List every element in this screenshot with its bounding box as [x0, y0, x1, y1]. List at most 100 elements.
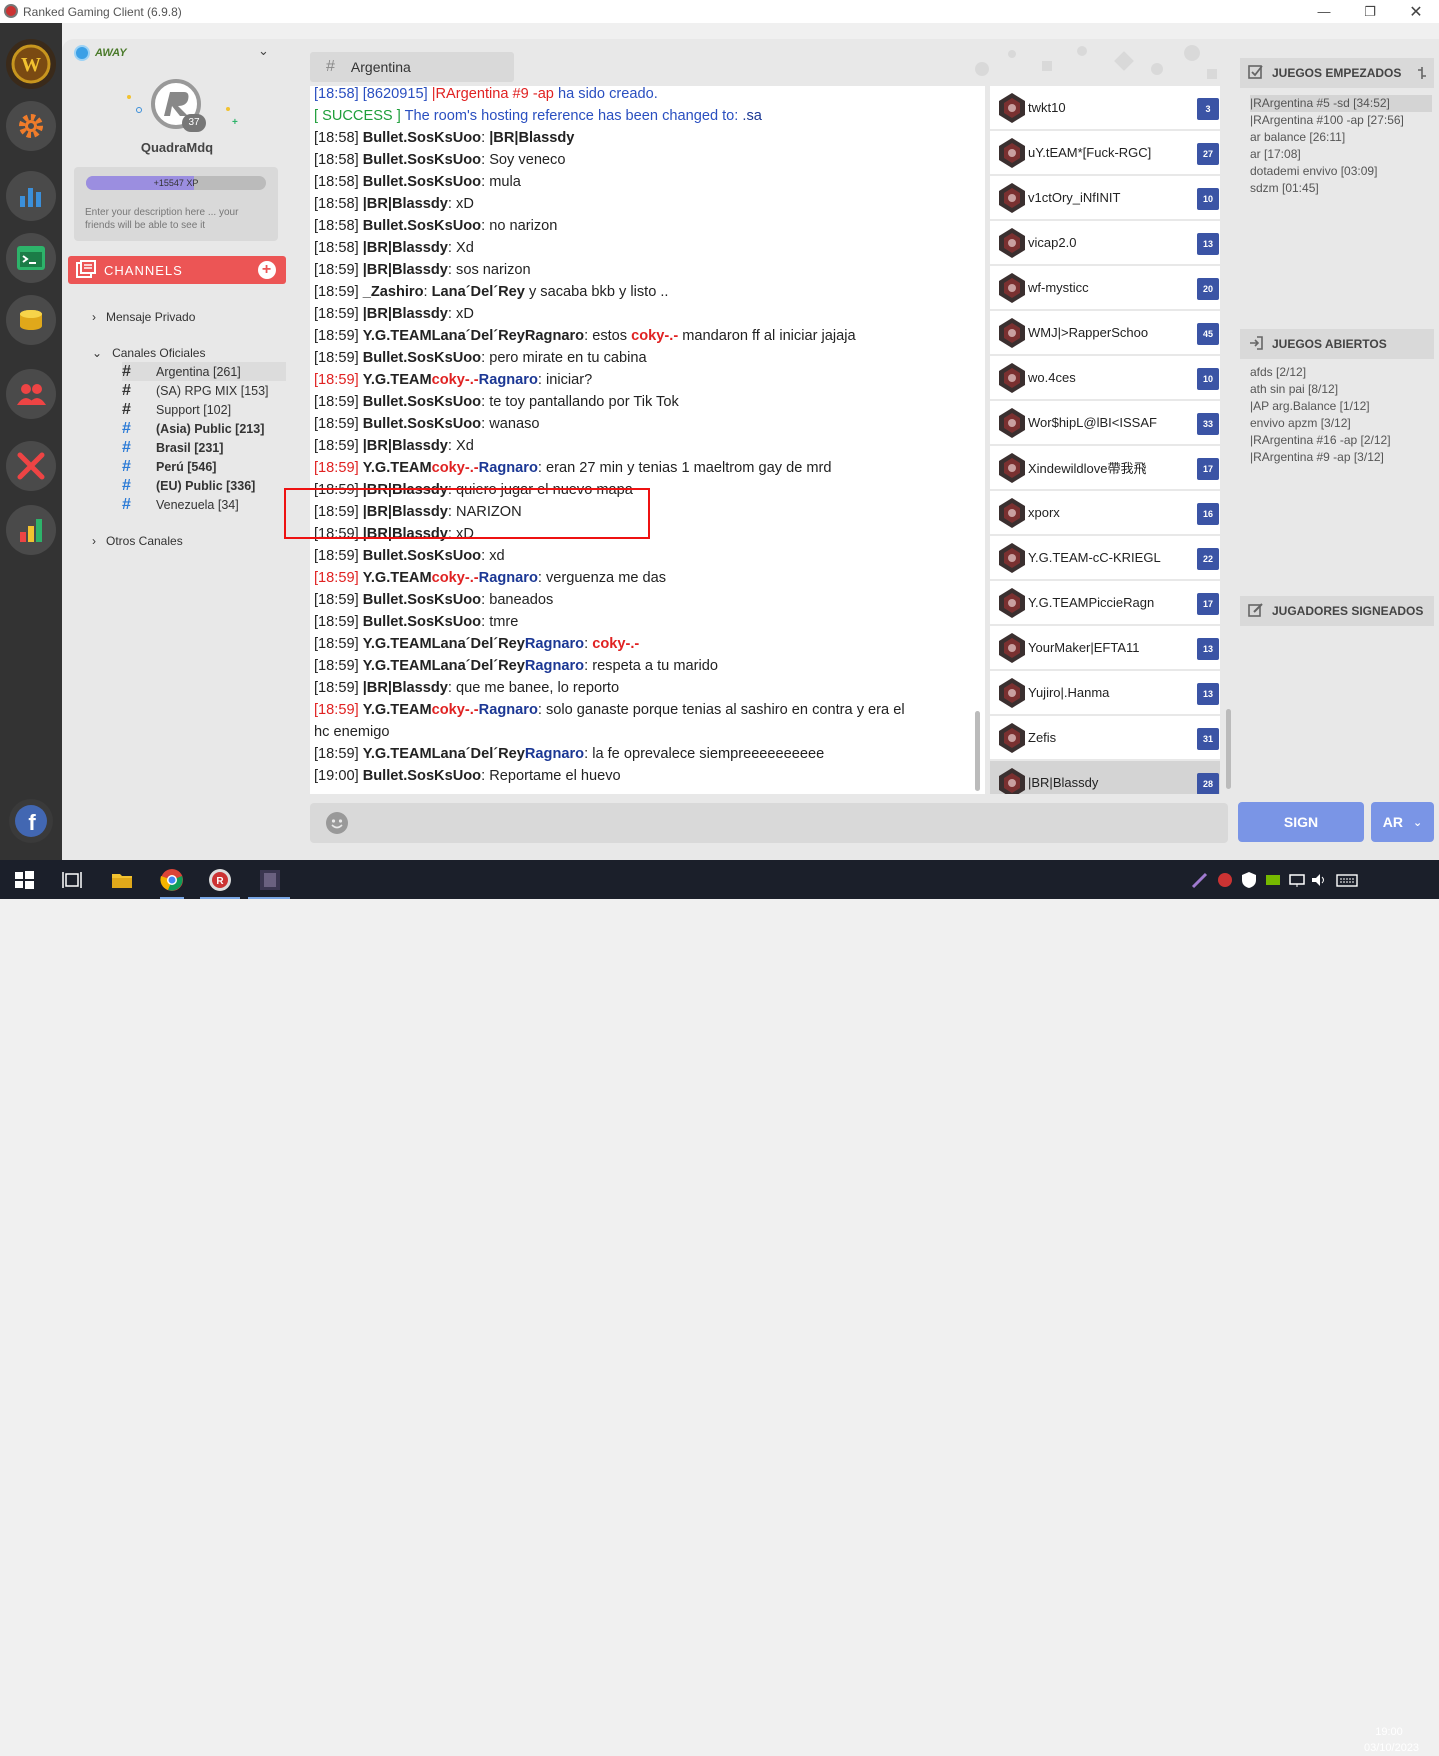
message-input[interactable] [310, 803, 1228, 843]
game-item[interactable]: |RArgentina #100 -ap [27:56] [1250, 112, 1432, 129]
sign-button[interactable]: SIGN [1238, 802, 1364, 842]
stats-chart-icon[interactable] [6, 171, 56, 221]
message-author[interactable]: coky-.- [592, 636, 639, 652]
add-channel-button[interactable]: + [258, 261, 276, 279]
nvidia-icon[interactable] [1264, 871, 1282, 889]
user-row[interactable]: wo.4ces 10 [990, 356, 1220, 400]
ranked-gaming-icon[interactable]: R [208, 868, 232, 892]
message-author[interactable]: Bullet.SosKsUoo [363, 130, 481, 146]
game-item[interactable]: sdzm [01:45] [1250, 180, 1432, 197]
tray-app-icon[interactable] [1216, 871, 1234, 889]
profile-description-box[interactable]: +15547 XP Enter your description here ..… [74, 167, 278, 241]
message-author[interactable]: coky-.- [631, 328, 678, 344]
terminal-icon[interactable] [6, 233, 56, 283]
tree-official-channels[interactable]: ⌄ Canales Oficiales [92, 346, 205, 360]
file-explorer-icon[interactable] [110, 868, 134, 892]
channel-item[interactable]: # Brasil [231] [122, 438, 286, 457]
user-row[interactable]: Y.G.TEAM-cC-KRIEGL 22 [990, 536, 1220, 580]
game-item[interactable]: |RArgentina #5 -sd [34:52] [1250, 95, 1432, 112]
game-item[interactable]: afds [2/12] [1250, 364, 1391, 381]
emoji-icon[interactable] [326, 812, 348, 834]
message-author[interactable]: Bullet.SosKsUoo [363, 614, 481, 630]
user-row[interactable]: Wor$hipL@lBI<ISSAF 33 [990, 401, 1220, 445]
user-row[interactable]: YourMaker|EFTA11 13 [990, 626, 1220, 670]
message-author[interactable]: Bullet.SosKsUoo [363, 350, 481, 366]
status-chevron-down-icon[interactable]: ⌄ [258, 43, 269, 59]
network-icon[interactable] [1288, 871, 1306, 889]
coins-icon[interactable] [6, 295, 56, 345]
message-author[interactable]: |BR|Blassdy [363, 240, 448, 256]
message-author[interactable]: |BR|Blassdy [363, 680, 448, 696]
message-author[interactable]: Ragnaro [525, 746, 584, 762]
chat-scrollbar[interactable] [975, 711, 980, 791]
user-row[interactable]: Xindewildlove帶我飛 17 [990, 446, 1220, 490]
volume-icon[interactable] [1310, 871, 1328, 889]
security-shield-icon[interactable] [1240, 871, 1258, 889]
close-icon[interactable]: ✕ [1393, 0, 1439, 23]
message-author[interactable]: coky-.- [432, 702, 479, 718]
minimize-icon[interactable]: — [1301, 0, 1347, 23]
description-placeholder[interactable]: Enter your description here ... your fri… [85, 206, 265, 232]
message-author[interactable]: coky-.- [432, 570, 479, 586]
user-row[interactable]: uY.tEAM*[Fuck-RGC] 27 [990, 131, 1220, 175]
message-author[interactable]: Ragnaro [479, 702, 538, 718]
message-author[interactable]: Bullet.SosKsUoo [363, 548, 481, 564]
message-author[interactable]: Ragnaro [479, 372, 538, 388]
message-author[interactable]: Y.G.TEAMLana´Del´ReyRagnaro [363, 328, 584, 344]
ranking-bars-icon[interactable] [6, 505, 56, 555]
status-label[interactable]: AWAY [95, 47, 127, 59]
channel-item[interactable]: # (EU) Public [336] [122, 476, 286, 495]
pen-icon[interactable] [1190, 870, 1210, 890]
task-view-icon[interactable] [60, 868, 84, 892]
game-item[interactable]: ath sin pai [8/12] [1250, 381, 1391, 398]
message-author[interactable]: Y.G.TEAM [363, 372, 432, 388]
message-author[interactable]: Bullet.SosKsUoo [363, 394, 481, 410]
settings-gear-icon[interactable] [6, 101, 56, 151]
user-row[interactable]: WMJ|>RapperSchoo 45 [990, 311, 1220, 355]
message-author[interactable]: Y.G.TEAMLana´Del´Rey [363, 636, 525, 652]
message-author[interactable]: |BR|Blassdy [363, 262, 448, 278]
channel-item[interactable]: # (Asia) Public [213] [122, 419, 286, 438]
message-author[interactable]: Ragnaro [479, 460, 538, 476]
message-author[interactable]: Ragnaro [525, 636, 584, 652]
windows-start-icon[interactable] [12, 868, 36, 892]
message-author[interactable]: _Zashiro [363, 284, 424, 300]
message-author[interactable]: |BR|Blassdy [363, 306, 448, 322]
channel-item[interactable]: # Support [102] [122, 400, 286, 419]
game-item[interactable]: |RArgentina #16 -ap [2/12] [1250, 432, 1391, 449]
message-author[interactable]: |BR|Blassdy [363, 196, 448, 212]
warcraft-taskbar-icon[interactable] [258, 868, 282, 892]
message-author[interactable]: Ragnaro [525, 658, 584, 674]
message-author[interactable]: Bullet.SosKsUoo [363, 416, 481, 432]
facebook-icon[interactable]: f [9, 799, 53, 843]
user-list-scrollbar[interactable] [1226, 709, 1231, 789]
user-row[interactable]: vicap2.0 13 [990, 221, 1220, 265]
channel-item[interactable]: # Argentina [261] [122, 362, 286, 381]
message-author[interactable]: Bullet.SosKsUoo [363, 152, 481, 168]
tree-private-messages[interactable]: › Mensaje Privado [92, 310, 195, 324]
message-author[interactable]: Lana´Del´Rey [432, 284, 525, 300]
user-row[interactable]: Y.G.TEAMPiccieRagn 17 [990, 581, 1220, 625]
user-row[interactable]: xporx 16 [990, 491, 1220, 535]
message-author[interactable]: Bullet.SosKsUoo [363, 592, 481, 608]
room-tab[interactable]: # Argentina [310, 52, 514, 82]
game-item[interactable]: |RArgentina #9 -ap [3/12] [1250, 449, 1391, 466]
channel-item[interactable]: # (SA) RPG MIX [153] [122, 381, 286, 400]
game-item[interactable]: |AP arg.Balance [1/12] [1250, 398, 1391, 415]
user-row[interactable]: v1ctOry_iNfINIT 10 [990, 176, 1220, 220]
restore-icon[interactable]: ❐ [1347, 0, 1393, 23]
user-row[interactable]: |BR|Blassdy 28 [990, 761, 1220, 794]
tree-other-channels[interactable]: › Otros Canales [92, 534, 183, 548]
game-item[interactable]: dotademi envivo [03:09] [1250, 163, 1432, 180]
message-author[interactable]: |BR|Blassdy [489, 130, 574, 146]
message-author[interactable]: Y.G.TEAM [363, 702, 432, 718]
taskbar-clock[interactable]: 19:00 03/10/2023 [1364, 1724, 1419, 1756]
chrome-icon[interactable] [160, 868, 184, 892]
crossed-swords-icon[interactable] [6, 441, 56, 491]
user-row[interactable]: Yujiro|.Hanma 13 [990, 671, 1220, 715]
channel-item[interactable]: # Venezuela [34] [122, 495, 286, 514]
chat-log[interactable]: [18:58] [8620915] |RArgentina #9 -ap ha … [310, 86, 985, 794]
message-author[interactable]: Bullet.SosKsUoo [363, 218, 481, 234]
message-author[interactable]: Ragnaro [479, 570, 538, 586]
language-select[interactable]: AR ⌄ [1371, 802, 1434, 842]
